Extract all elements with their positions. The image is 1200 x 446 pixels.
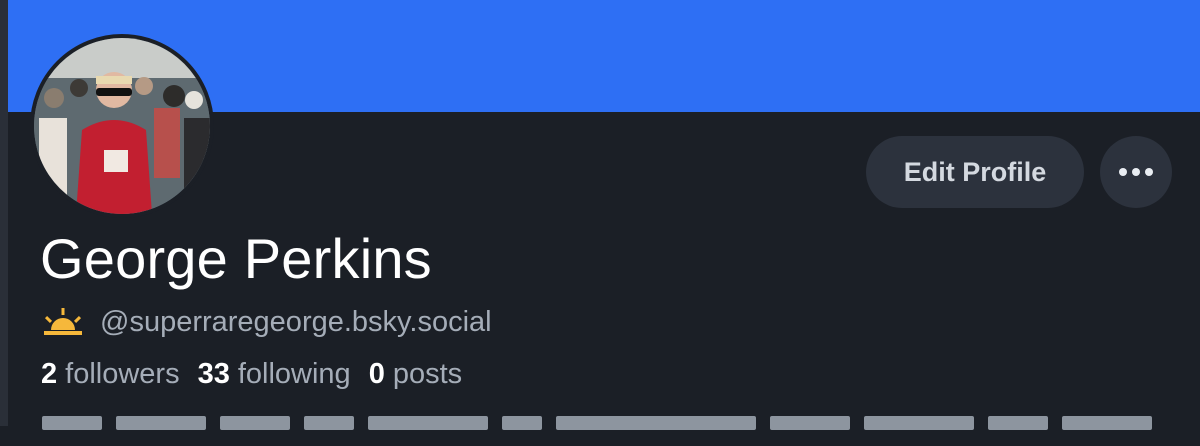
following-label: following bbox=[237, 358, 351, 390]
posts-stat: 0 posts bbox=[369, 358, 462, 391]
avatar[interactable] bbox=[30, 34, 214, 218]
posts-count: 0 bbox=[368, 358, 385, 390]
bio-text-clipped bbox=[42, 416, 1152, 446]
more-options-icon bbox=[1119, 168, 1127, 176]
avatar-photo bbox=[34, 38, 210, 214]
handle-row: @superraregeorge.bsky.social bbox=[42, 304, 492, 340]
profile-handle[interactable]: @superraregeorge.bsky.social bbox=[100, 306, 492, 339]
followers-count: 2 bbox=[41, 358, 58, 390]
posts-label: posts bbox=[392, 358, 463, 390]
following-count: 33 bbox=[197, 358, 230, 390]
more-options-button[interactable] bbox=[1100, 136, 1172, 208]
followers-stat[interactable]: 2 followers bbox=[41, 358, 180, 391]
more-options-icon bbox=[1132, 168, 1140, 176]
window-edge bbox=[0, 0, 8, 426]
display-name: George Perkins bbox=[40, 227, 432, 290]
followers-label: followers bbox=[65, 358, 180, 390]
edit-profile-button[interactable]: Edit Profile bbox=[866, 136, 1084, 208]
following-stat[interactable]: 33 following bbox=[198, 358, 351, 391]
more-options-icon bbox=[1145, 168, 1153, 176]
sunrise-icon bbox=[44, 308, 82, 335]
profile-stats: 2 followers 33 following 0 posts bbox=[41, 358, 480, 391]
